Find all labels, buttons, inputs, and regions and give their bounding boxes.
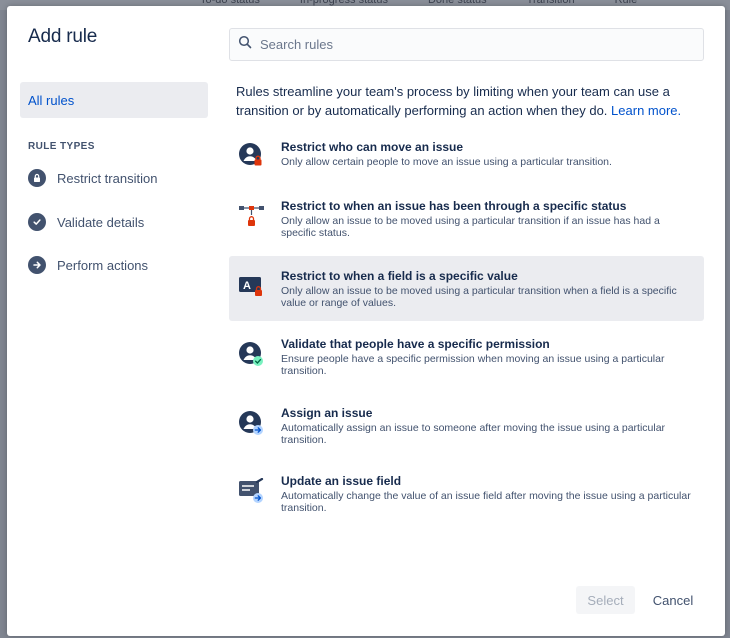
select-button[interactable]: Select [576,586,635,614]
workflow-lock-icon [238,202,266,235]
rule-description: Only allow an issue to be moved using a … [281,285,677,309]
sidebar-item-label: Validate details [57,214,145,230]
intro-text: Rules streamline your team's process by … [236,82,696,120]
rule-option-validate-permission[interactable]: Validate that people have a specific per… [229,337,704,387]
field-edit-icon [238,477,266,509]
svg-text:A: A [243,280,251,292]
rule-option-update-field[interactable]: Update an issue field Automatically chan… [229,474,704,524]
rule-option-restrict-status[interactable]: Restrict to when an issue has been throu… [229,199,704,249]
rule-title: Restrict to when a field is a specific v… [281,269,518,283]
sidebar-item-restrict-transition[interactable]: Restrict transition [28,164,208,192]
person-check-icon [238,341,264,372]
rule-description: Only allow an issue to be moved using a … [281,215,660,239]
rule-description: Ensure people have a specific permission… [281,353,665,377]
arrow-right-circle-icon [28,256,46,274]
sidebar-item-label: Restrict transition [57,170,158,186]
sidebar-item-all-rules[interactable]: All rules [20,82,208,118]
rule-description: Automatically assign an issue to someone… [281,422,666,446]
sidebar-item-validate-details[interactable]: Validate details [28,208,208,236]
search-input[interactable] [258,36,682,53]
intro-body: Rules streamline your team's process by … [236,84,670,118]
rule-option-restrict-field-value[interactable]: A Restrict to when a field is a specific… [229,256,704,321]
check-circle-icon [28,213,46,231]
sidebar-item-perform-actions[interactable]: Perform actions [28,251,208,279]
rule-description: Automatically change the value of an iss… [281,490,691,514]
rule-title: Validate that people have a specific per… [281,337,550,351]
rule-title: Restrict who can move an issue [281,140,464,154]
rule-option-restrict-who[interactable]: Restrict who can move an issue Only allo… [229,140,704,186]
cancel-button[interactable]: Cancel [643,586,703,614]
add-rule-dialog: Add rule All rules RULE TYPES Restrict t… [7,6,725,636]
learn-more-link[interactable]: Learn more. [611,103,681,118]
rule-option-assign-issue[interactable]: Assign an issue Automatically assign an … [229,406,704,456]
search-field [229,28,704,61]
dialog-title: Add rule [28,26,98,47]
rule-title: Restrict to when an issue has been throu… [281,199,627,213]
rule-title: Assign an issue [281,406,373,420]
rule-title: Update an issue field [281,474,402,488]
lock-icon [28,169,46,187]
field-lock-icon: A [238,275,266,304]
person-arrow-icon [238,410,264,441]
rule-description: Only allow certain people to move an iss… [281,156,612,168]
sidebar-item-label: Perform actions [57,257,149,273]
person-lock-icon [238,142,264,173]
search-icon [238,35,252,54]
sidebar-section-title: RULE TYPES [28,141,95,152]
